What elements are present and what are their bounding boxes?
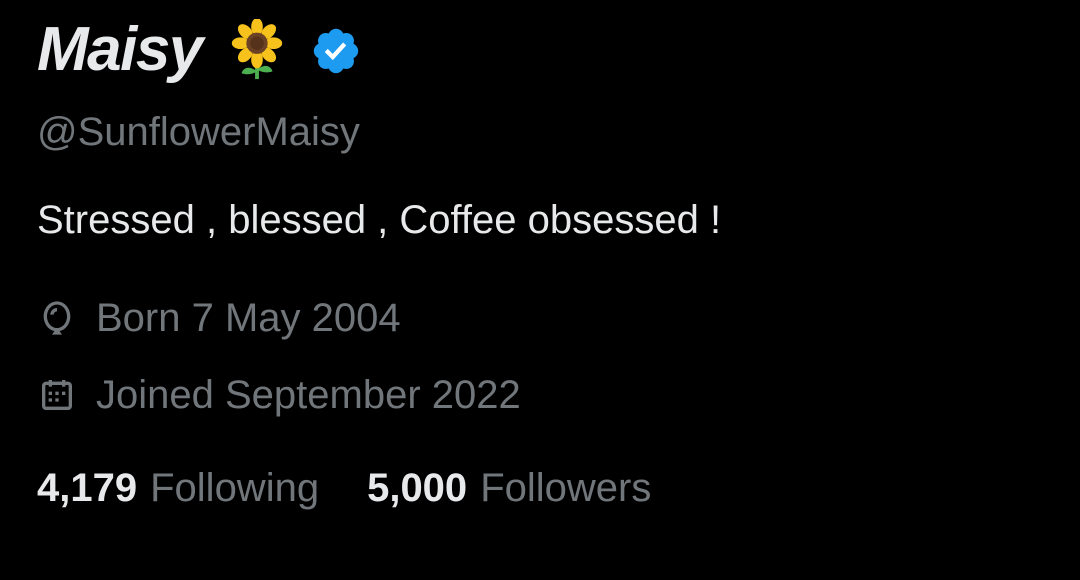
followers-count: 5,000: [367, 466, 468, 510]
display-name: Maisy: [37, 15, 203, 84]
profile-handle: @SunflowerMaisy: [37, 110, 360, 154]
calendar-icon: [37, 375, 77, 415]
birth-date-row: Born 7 May 2004: [37, 294, 401, 342]
birth-date-text: Born 7 May 2004: [96, 296, 401, 340]
followers-link[interactable]: 5,000 Followers: [367, 464, 651, 512]
balloon-icon: [37, 298, 77, 338]
sunflower-icon: [226, 18, 288, 81]
join-date-row: Joined September 2022: [37, 371, 521, 419]
profile-header: Maisy @SunflowerMaisy Stressed , blessed…: [37, 0, 1047, 580]
join-date-text: Joined September 2022: [96, 373, 521, 417]
followers-label: Followers: [480, 466, 652, 510]
verified-badge-icon[interactable]: [310, 25, 362, 77]
profile-bio: Stressed , blessed , Coffee obsessed !: [37, 198, 722, 242]
following-label: Following: [150, 466, 320, 510]
follow-stats: 4,179 Following 5,000 Followers: [37, 464, 651, 512]
following-link[interactable]: 4,179 Following: [37, 464, 319, 512]
following-count: 4,179: [37, 466, 138, 510]
name-row: Maisy: [37, 10, 362, 90]
